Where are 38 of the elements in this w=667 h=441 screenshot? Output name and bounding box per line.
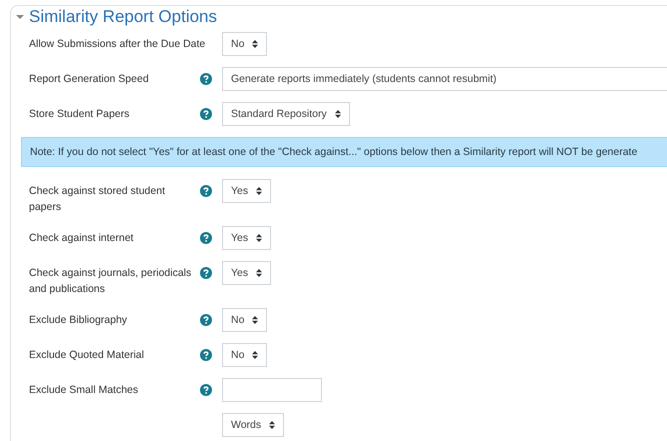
field-label: Exclude Bibliography <box>29 313 128 328</box>
up-down-caret-icon <box>334 110 341 118</box>
info-note: Note: If you do not select "Yes" for at least one of the "Check against..." options below then a Similarity report will NOT be generate <box>21 137 667 167</box>
select-dropdown[interactable]: Generate reports immediately (students cannot resubmit) <box>222 67 667 91</box>
help-icon[interactable] <box>200 73 212 85</box>
field-label: Check against internet <box>29 231 134 246</box>
help-icon[interactable] <box>200 314 212 326</box>
select-dropdown[interactable]: Yes <box>222 261 272 285</box>
up-down-caret-icon <box>256 269 262 277</box>
help-icon[interactable] <box>200 185 212 197</box>
select-dropdown[interactable]: No <box>222 343 268 367</box>
help-icon[interactable] <box>200 108 212 120</box>
up-down-caret-icon <box>252 316 258 324</box>
help-icon[interactable] <box>200 384 212 396</box>
input-field[interactable] <box>222 378 322 402</box>
up-down-caret-icon <box>256 187 262 195</box>
field-label: Report Generation Speed <box>29 72 150 87</box>
up-down-caret-icon <box>252 351 258 359</box>
select-dropdown[interactable]: Yes <box>222 226 272 250</box>
help-icon[interactable] <box>200 349 212 361</box>
field-label: Check against stored student papers <box>29 184 166 215</box>
select-dropdown[interactable]: Yes <box>222 179 272 203</box>
field-label: Allow Submissions after the Due Date <box>29 37 206 52</box>
field-label: Store Student Papers <box>29 107 130 122</box>
up-down-caret-icon <box>252 40 258 48</box>
field-label: Check against journals, periodicals and publications <box>29 266 192 297</box>
select-dropdown[interactable]: No <box>222 32 268 56</box>
help-icon[interactable] <box>200 267 212 279</box>
select-dropdown[interactable]: No <box>222 308 268 332</box>
select-dropdown[interactable]: Words <box>222 413 284 437</box>
section-title[interactable]: Similarity Report Options <box>29 7 218 27</box>
up-down-caret-icon <box>269 421 276 429</box>
field-label: Exclude Small Matches <box>29 383 140 398</box>
field-label: Exclude Quoted Material <box>29 348 145 363</box>
help-icon[interactable] <box>200 232 212 244</box>
select-dropdown[interactable]: Standard Repository <box>222 102 350 126</box>
collapse-caret-icon[interactable] <box>15 14 25 20</box>
up-down-caret-icon <box>256 234 262 242</box>
